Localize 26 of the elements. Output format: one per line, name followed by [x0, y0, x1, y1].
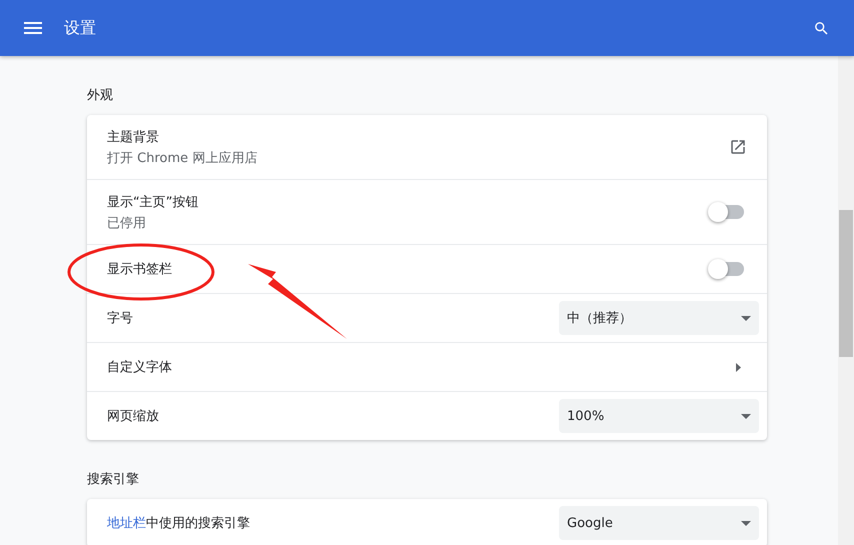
setting-label: 字号 [107, 310, 134, 327]
section-title: 搜索引擎 [87, 471, 140, 489]
setting-label: 地址栏中使用的搜索引擎 [107, 515, 251, 532]
dropdown-select[interactable]: 100% [559, 399, 759, 433]
caret-icon [741, 316, 751, 320]
caret-icon [741, 520, 751, 526]
search-icon[interactable] [813, 20, 830, 36]
menu-icon[interactable] [24, 22, 42, 34]
setting-description: 已停用 [107, 214, 147, 232]
setting-label: 自定义字体 [107, 359, 173, 376]
external-link-icon[interactable] [729, 138, 747, 156]
setting-label: 主题背景 [107, 128, 160, 146]
address-bar-link[interactable]: 地址栏 [107, 516, 146, 531]
setting-label: 显示书签栏 [107, 261, 173, 278]
toggle-switch[interactable] [710, 262, 744, 276]
dropdown-select[interactable]: 中（推荐） [559, 301, 759, 335]
scrollbar[interactable] [838, 56, 854, 545]
chevron-right-icon[interactable] [736, 362, 741, 372]
page-title: 设置 [64, 18, 97, 38]
toggle-switch[interactable] [710, 205, 744, 219]
dropdown-select[interactable]: Google [559, 506, 759, 540]
setting-label: 网页缩放 [107, 408, 160, 425]
setting-label: 显示“主页”按钮 [107, 194, 200, 210]
setting-description: 打开 Chrome 网上应用店 [107, 150, 258, 166]
section-title: 外观 [87, 87, 114, 105]
caret-icon [741, 414, 751, 418]
